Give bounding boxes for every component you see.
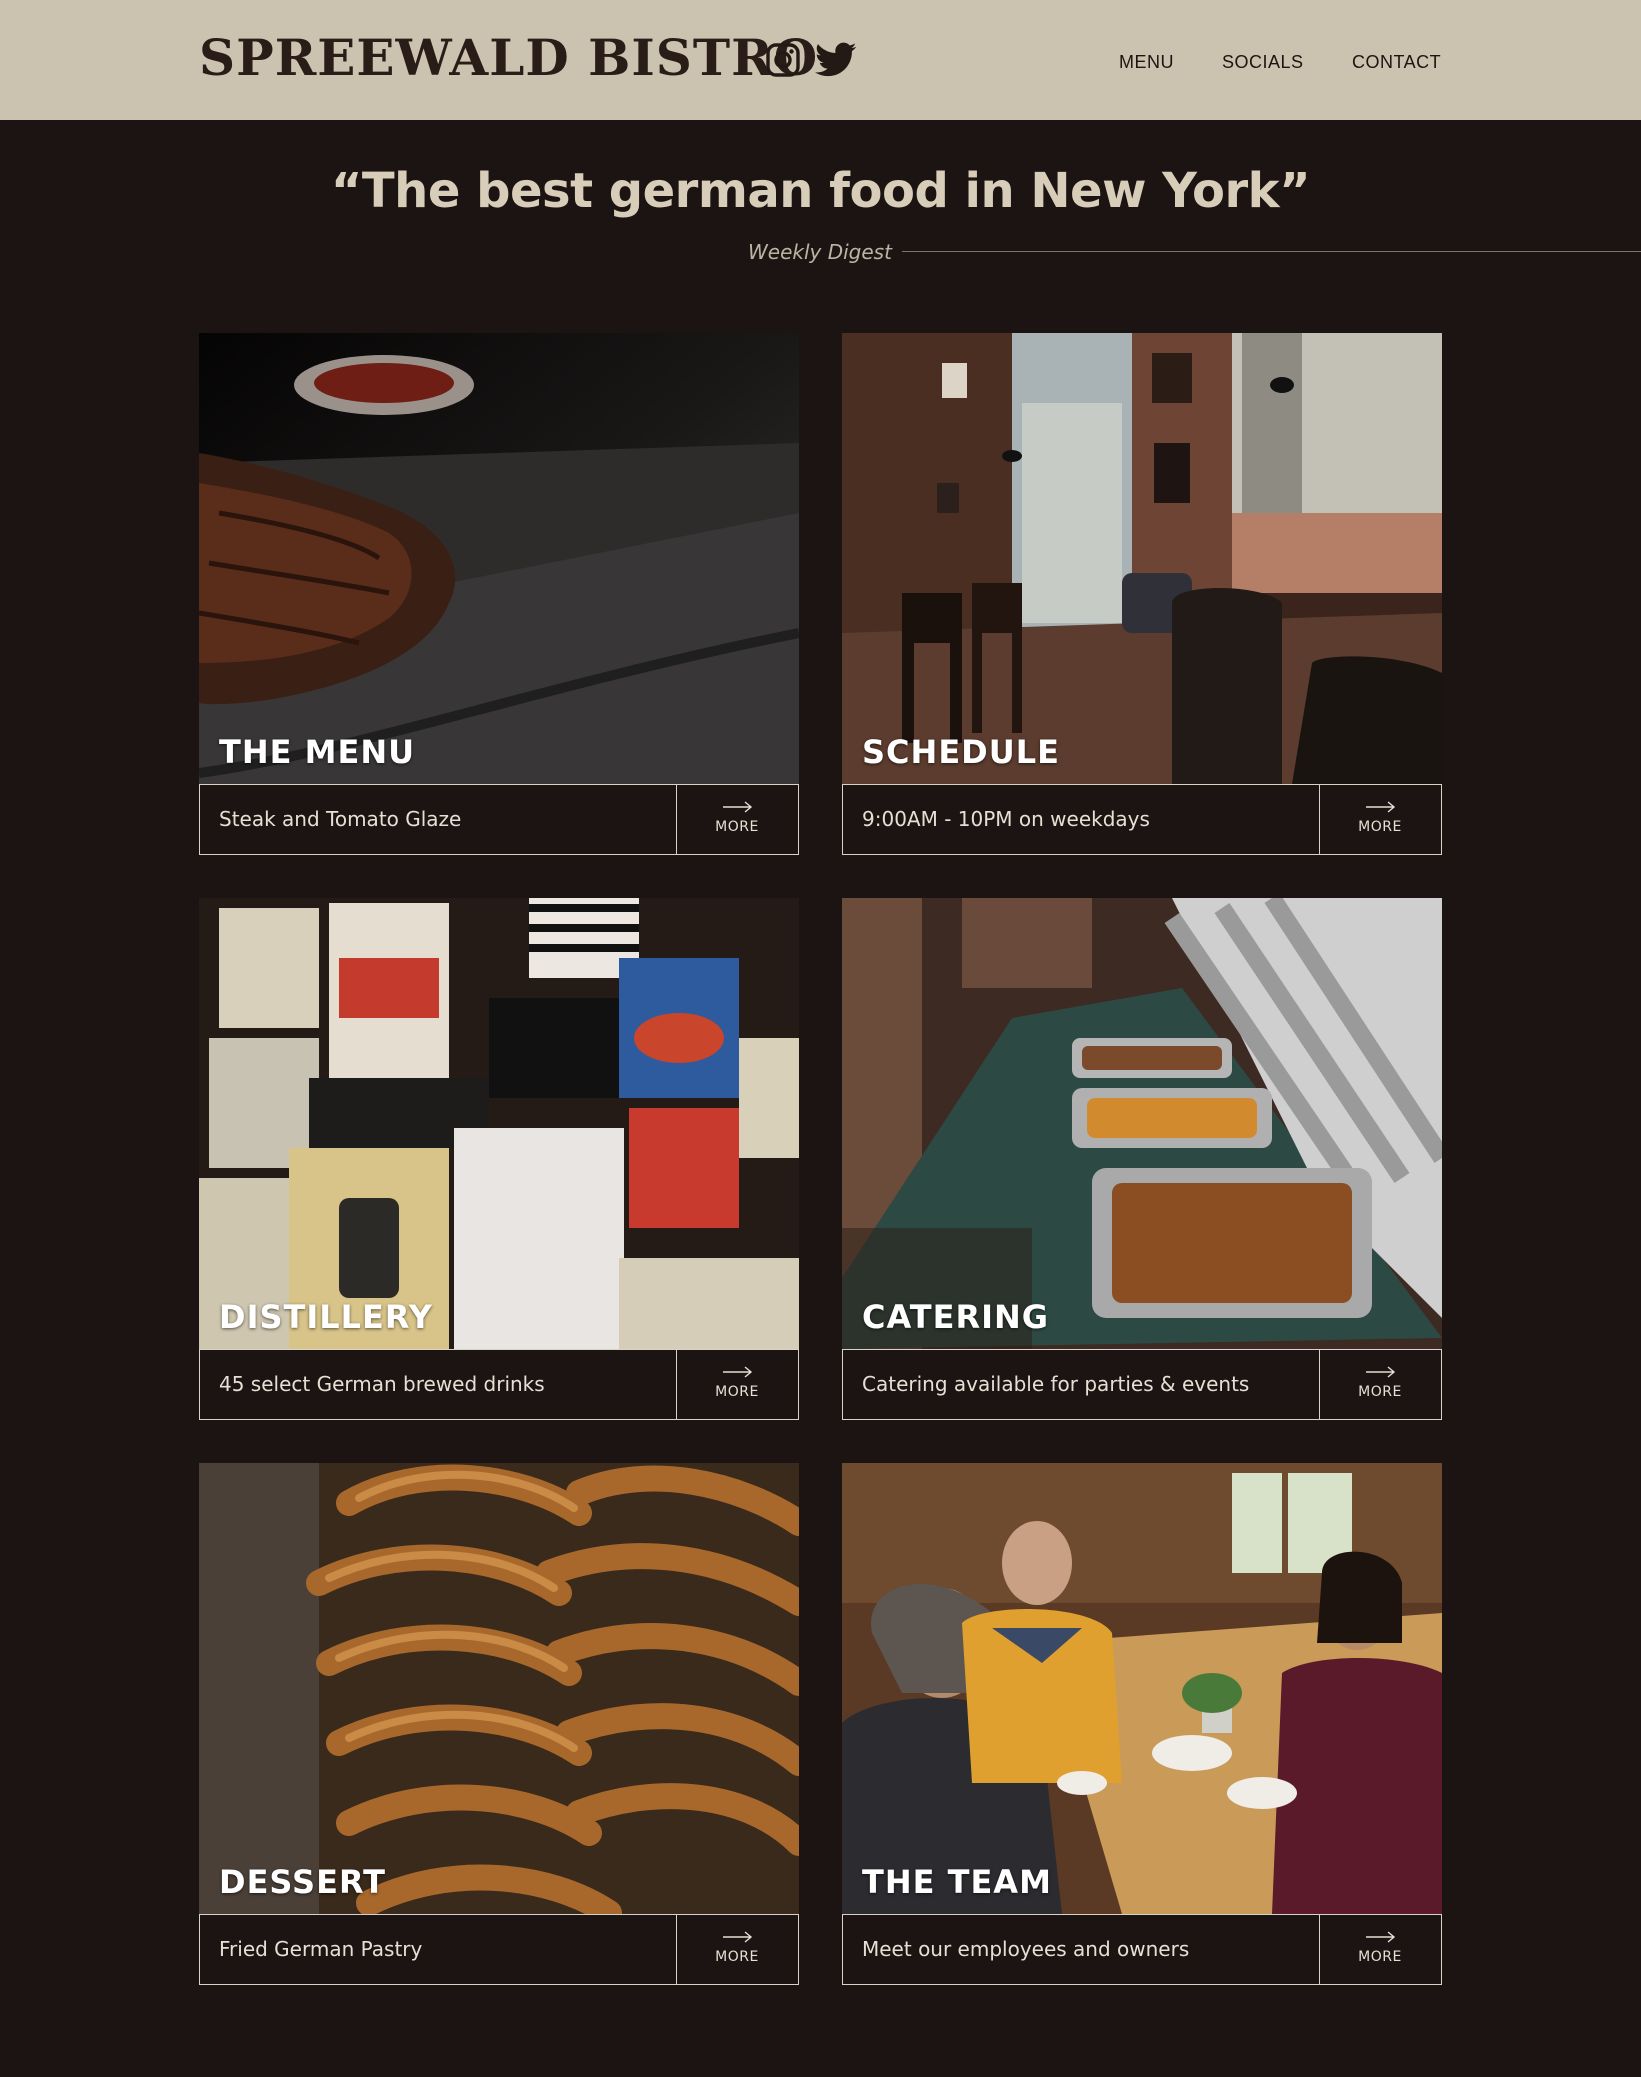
arrow-right-icon (1366, 1931, 1396, 1943)
card-catering: CATERING Catering available for parties … (842, 898, 1442, 1420)
divider (902, 251, 1641, 252)
card-the-menu: THE MENU Steak and Tomato Glaze MORE (199, 333, 799, 855)
team-photo (842, 1463, 1442, 1914)
card-dessert: DESSERT Fried German Pastry MORE (199, 1463, 799, 1985)
card-title: DESSERT (219, 1863, 386, 1901)
more-label: MORE (1358, 1949, 1402, 1965)
card-title: DISTILLERY (219, 1298, 433, 1336)
nav-menu[interactable]: MENU (1119, 52, 1174, 73)
site-header: SPREEWALD BISTRO MENU SOCIALS CONTACT (0, 0, 1641, 120)
card-distillery: DISTILLERY 45 select German brewed drink… (199, 898, 799, 1420)
card-bar: Catering available for parties & events … (842, 1349, 1442, 1420)
restaurant-interior-photo (842, 333, 1442, 784)
arrow-right-icon (723, 1366, 753, 1378)
more-button[interactable]: MORE (676, 785, 798, 854)
steak-photo (199, 333, 799, 784)
card-title: SCHEDULE (862, 733, 1060, 771)
instagram-icon[interactable] (765, 42, 801, 78)
card-bar: Steak and Tomato Glaze MORE (199, 784, 799, 855)
hero-quote: “The best german food in New York” (330, 163, 1311, 219)
more-button[interactable]: MORE (1319, 1915, 1441, 1984)
card-the-team: THE TEAM Meet our employees and owners M… (842, 1463, 1442, 1985)
more-label: MORE (715, 1384, 759, 1400)
card-bar: Fried German Pastry MORE (199, 1914, 799, 1985)
nav-socials[interactable]: SOCIALS (1222, 52, 1304, 73)
card-caption: Fried German Pastry (219, 1937, 423, 1961)
more-button[interactable]: MORE (676, 1350, 798, 1419)
more-button[interactable]: MORE (1319, 785, 1441, 854)
more-label: MORE (715, 819, 759, 835)
pastry-photo (199, 1463, 799, 1914)
card-caption: Catering available for parties & events (862, 1372, 1250, 1396)
more-label: MORE (1358, 819, 1402, 835)
more-button[interactable]: MORE (1319, 1350, 1441, 1419)
quote-source: Weekly Digest (748, 240, 892, 264)
buffet-photo (842, 898, 1442, 1349)
twitter-icon[interactable] (815, 42, 857, 78)
card-caption: Steak and Tomato Glaze (219, 807, 462, 831)
card-title: CATERING (862, 1298, 1050, 1336)
card-title: THE TEAM (862, 1863, 1052, 1901)
arrow-right-icon (1366, 801, 1396, 813)
card-caption: 9:00AM - 10PM on weekdays (862, 807, 1150, 831)
card-bar: 45 select German brewed drinks MORE (199, 1349, 799, 1420)
nav-contact[interactable]: CONTACT (1352, 52, 1441, 73)
card-caption: 45 select German brewed drinks (219, 1372, 545, 1396)
more-button[interactable]: MORE (676, 1915, 798, 1984)
arrow-right-icon (1366, 1366, 1396, 1378)
card-bar: 9:00AM - 10PM on weekdays MORE (842, 784, 1442, 855)
more-label: MORE (1358, 1384, 1402, 1400)
brand-logo[interactable]: SPREEWALD BISTRO (199, 28, 818, 87)
card-caption: Meet our employees and owners (862, 1937, 1190, 1961)
card-title: THE MENU (219, 733, 416, 771)
more-label: MORE (715, 1949, 759, 1965)
arrow-right-icon (723, 801, 753, 813)
card-bar: Meet our employees and owners MORE (842, 1914, 1442, 1985)
tins-photo (199, 898, 799, 1349)
arrow-right-icon (723, 1931, 753, 1943)
card-schedule: SCHEDULE 9:00AM - 10PM on weekdays MORE (842, 333, 1442, 855)
